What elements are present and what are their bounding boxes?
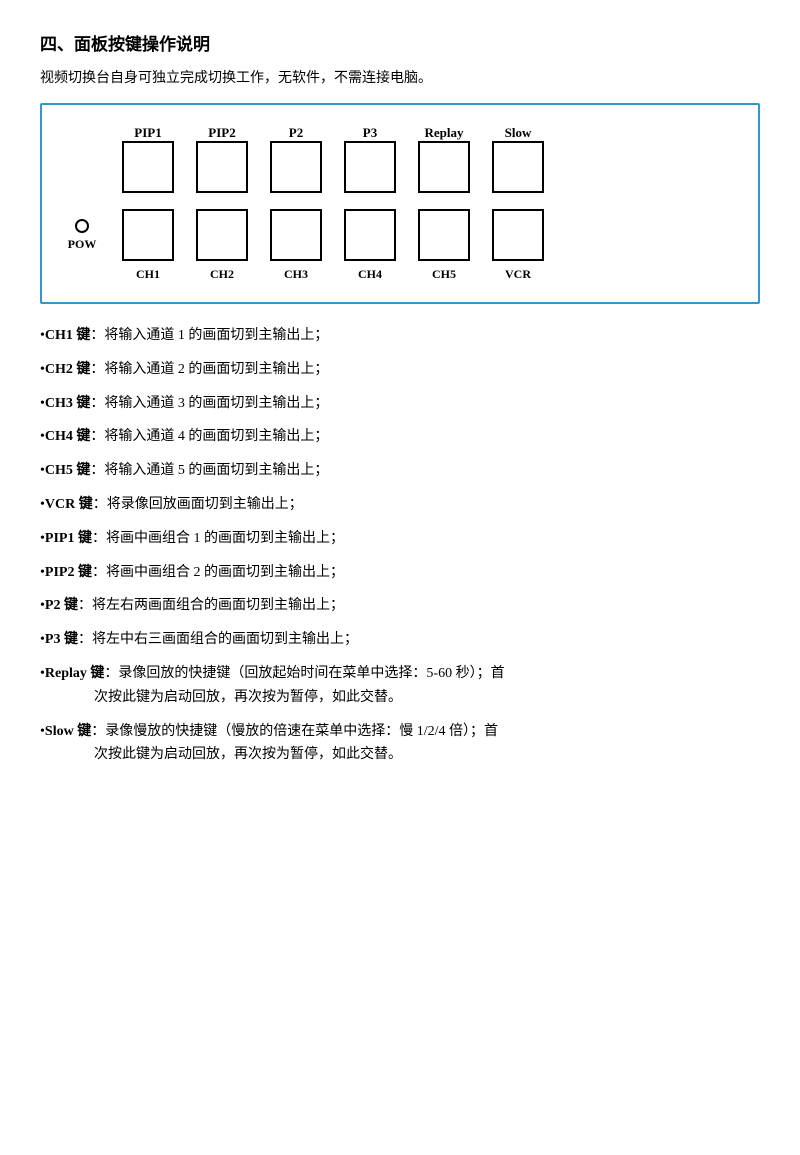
label-ch1: CH1	[122, 267, 174, 282]
label-ch3: CH3	[270, 267, 322, 282]
description-list: •CH1 键：将输入通道 1 的画面切到主输出上； •CH2 键：将输入通道 2…	[40, 324, 760, 767]
button-p3[interactable]	[344, 141, 396, 193]
label-ch4: CH4	[344, 267, 396, 282]
button-ch1[interactable]	[122, 209, 174, 261]
list-item: •CH5 键：将输入通道 5 的画面切到主输出上；	[40, 459, 760, 483]
top-buttons-group	[122, 141, 544, 193]
pow-label-visible: POW	[68, 237, 97, 252]
label-ch2: CH2	[196, 267, 248, 282]
panel-diagram: PIP1 PIP2 P2 P3 Replay Slow POW	[40, 103, 760, 304]
button-ch2[interactable]	[196, 209, 248, 261]
button-ch3[interactable]	[270, 209, 322, 261]
key-name: VCR 键	[45, 497, 93, 512]
key-name: CH5 键	[45, 463, 91, 478]
section-title: 四、面板按键操作说明	[40, 30, 760, 55]
label-ch5: CH5	[418, 267, 470, 282]
key-name: P2 键	[45, 598, 78, 613]
list-item: •CH3 键：将输入通道 3 的画面切到主输出上；	[40, 392, 760, 416]
key-name: Slow 键	[45, 724, 91, 739]
indent-text-slow: 次按此键为启动回放，再次按为暂停，如此交替。	[40, 743, 760, 767]
label-p2: P2	[270, 125, 322, 141]
bottom-buttons-row: POW	[62, 209, 728, 261]
label-replay: Replay	[418, 125, 470, 141]
key-name: CH3 键	[45, 396, 91, 411]
list-item: •P2 键：将左右两画面组合的画面切到主输出上；	[40, 594, 760, 618]
key-name: CH2 键	[45, 362, 91, 377]
bottom-buttons-group	[122, 209, 544, 261]
button-pip2[interactable]	[196, 141, 248, 193]
key-name: CH4 键	[45, 429, 91, 444]
list-item: •VCR 键：将录像回放画面切到主输出上；	[40, 493, 760, 517]
key-name: P3 键	[45, 632, 78, 647]
top-buttons-row	[62, 141, 728, 193]
key-name: Replay 键	[45, 666, 105, 681]
key-name: PIP2 键	[45, 565, 92, 580]
list-item: •PIP1 键：将画中画组合 1 的画面切到主输出上；	[40, 527, 760, 551]
list-item: •CH4 键：将输入通道 4 的画面切到主输出上；	[40, 425, 760, 449]
list-item: •CH2 键：将输入通道 2 的画面切到主输出上；	[40, 358, 760, 382]
bottom-labels-row: CH1 CH2 CH3 CH4 CH5 VCR	[122, 267, 728, 282]
pow-area-visible: POW	[62, 219, 102, 252]
list-item: •Replay 键：录像回放的快捷键（回放起始时间在菜单中选择：5-60 秒）；…	[40, 662, 760, 710]
label-pip1: PIP1	[122, 125, 174, 141]
label-pip2: PIP2	[196, 125, 248, 141]
button-pip1[interactable]	[122, 141, 174, 193]
indent-text: 次按此键为启动回放，再次按为暂停，如此交替。	[40, 686, 760, 710]
button-replay[interactable]	[418, 141, 470, 193]
label-slow: Slow	[492, 125, 544, 141]
button-ch5[interactable]	[418, 209, 470, 261]
label-p3: P3	[344, 125, 396, 141]
key-name: PIP1 键	[45, 531, 92, 546]
label-vcr: VCR	[492, 267, 544, 282]
key-name: CH1 键	[45, 328, 91, 343]
button-p2[interactable]	[270, 141, 322, 193]
list-item: •P3 键：将左中右三画面组合的画面切到主输出上；	[40, 628, 760, 652]
pow-circle-visible	[75, 219, 89, 233]
button-vcr[interactable]	[492, 209, 544, 261]
intro-text: 视频切换台自身可独立完成切换工作，无软件，不需连接电脑。	[40, 67, 760, 87]
top-labels-row: PIP1 PIP2 P2 P3 Replay Slow	[122, 125, 728, 141]
list-item: •PIP2 键：将画中画组合 2 的画面切到主输出上；	[40, 561, 760, 585]
list-item: •CH1 键：将输入通道 1 的画面切到主输出上；	[40, 324, 760, 348]
button-ch4[interactable]	[344, 209, 396, 261]
list-item: •Slow 键：录像慢放的快捷键（慢放的倍速在菜单中选择：慢 1/2/4 倍）；…	[40, 720, 760, 768]
button-slow[interactable]	[492, 141, 544, 193]
